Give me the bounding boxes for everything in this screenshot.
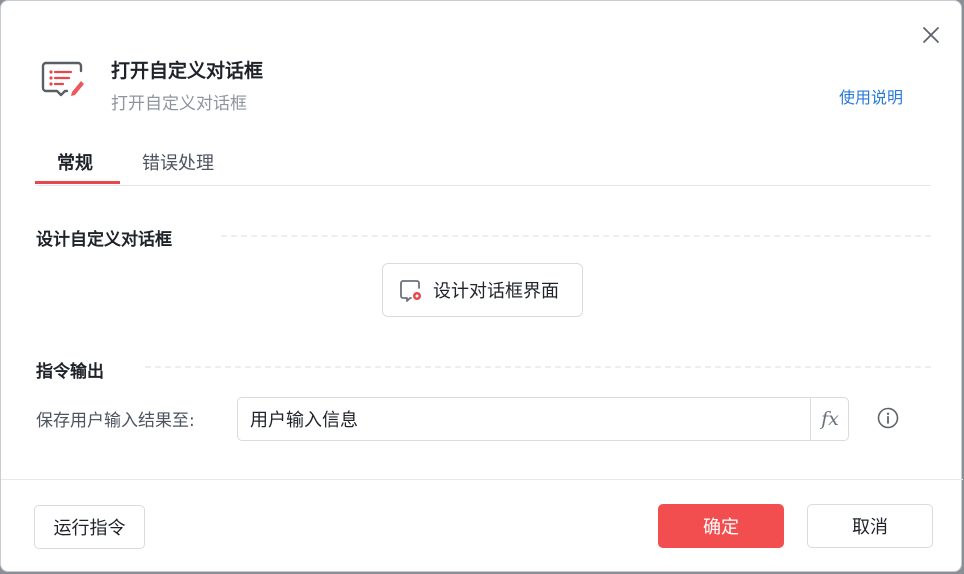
section-title-design: 设计自定义对话框 <box>36 230 172 250</box>
tab-bar: 常规 错误处理 <box>35 139 931 186</box>
dialog-subtitle: 打开自定义对话框 <box>111 94 247 114</box>
help-link[interactable]: 使用说明 <box>839 84 903 108</box>
dialog-title: 打开自定义对话框 <box>111 60 264 82</box>
section-divider <box>145 366 931 368</box>
confirm-button[interactable]: 确定 <box>658 504 784 548</box>
fx-button[interactable]: fx <box>810 398 849 440</box>
active-tab-indicator <box>35 181 120 184</box>
save-result-label: 保存用户输入结果至: <box>36 411 195 431</box>
close-icon[interactable] <box>922 26 940 44</box>
info-icon[interactable] <box>877 407 899 429</box>
dialog-design-icon <box>400 280 421 302</box>
dialog-edit-icon <box>41 61 84 97</box>
close-button[interactable] <box>917 21 945 49</box>
run-command-button[interactable]: 运行指令 <box>34 505 145 549</box>
cancel-button[interactable]: 取消 <box>807 504 933 548</box>
tab-error-handling[interactable]: 错误处理 <box>142 149 214 175</box>
footer-divider <box>1 479 963 480</box>
save-result-input[interactable] <box>238 398 808 440</box>
custom-dialog-window: 打开自定义对话框 打开自定义对话框 使用说明 常规 错误处理 设计自定义对话框 … <box>0 0 963 572</box>
save-result-field: fx <box>237 397 849 441</box>
design-dialog-button[interactable]: 设计对话框界面 <box>382 263 583 317</box>
section-title-output: 指令输出 <box>36 362 104 382</box>
section-divider <box>221 235 931 237</box>
design-dialog-button-label: 设计对话框界面 <box>433 281 559 302</box>
tab-general[interactable]: 常规 <box>57 149 93 175</box>
